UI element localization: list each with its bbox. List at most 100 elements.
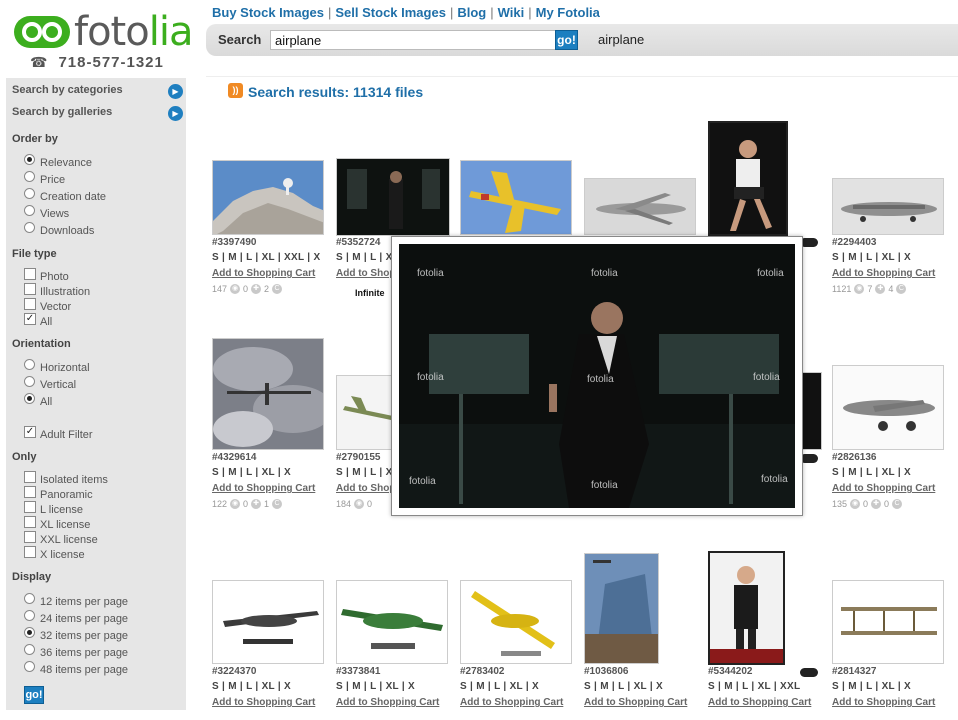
- add-to-cart-link[interactable]: Add to Shopping Cart: [832, 483, 956, 499]
- add-to-cart-link[interactable]: Add to Shopping Cart: [212, 483, 336, 499]
- results-title: Search results: 11314 files: [248, 84, 424, 100]
- orientation-horizontal-option[interactable]: Horizontal: [24, 358, 90, 374]
- add-to-cart-link[interactable]: Add to Shopping Cart: [832, 697, 956, 713]
- order-relevance-option[interactable]: Relevance: [24, 153, 92, 169]
- license-sizes[interactable]: S | M | L | XL | XXL | X: [212, 252, 336, 268]
- thumbnail-yellow-floatplane[interactable]: [460, 580, 572, 664]
- only-xxl-license-checkbox[interactable]: XXL license: [24, 531, 98, 546]
- license-sizes[interactable]: S | M | L | XL | X: [832, 252, 956, 268]
- file-type-vector-checkbox[interactable]: Vector: [24, 298, 71, 313]
- search-go-button[interactable]: go!: [555, 30, 578, 50]
- watermark: fotolia: [753, 372, 780, 383]
- checkbox: [24, 298, 36, 310]
- thumbnail-woman-in-seat[interactable]: [708, 121, 788, 236]
- display-12-option[interactable]: 12 items per page: [24, 592, 128, 608]
- arrow-right-icon[interactable]: ▶: [168, 84, 183, 99]
- only-heading: Only: [12, 451, 37, 463]
- eye-icon: ◉: [854, 284, 865, 294]
- add-to-cart-link[interactable]: Add to Shopping Cart: [212, 697, 336, 713]
- license-sizes[interactable]: S | M | L | XL | X: [832, 467, 956, 483]
- nav-wiki[interactable]: Wiki: [498, 5, 525, 20]
- image-preview-popup[interactable]: fotolia fotolia fotolia fotolia fotolia …: [391, 236, 803, 516]
- add-to-cart-link[interactable]: Add to Shopping Cart: [336, 697, 460, 713]
- thumbnail-yellow-seaplane[interactable]: [460, 160, 572, 235]
- license-sizes[interactable]: S | M | L | XL | XXL: [708, 681, 832, 697]
- checkbox: [24, 268, 36, 280]
- display-48-option[interactable]: 48 items per page: [24, 660, 128, 676]
- item-id: #2294403: [832, 237, 877, 248]
- license-sizes[interactable]: S | M | L | XL | X: [832, 681, 956, 697]
- thumbnail-biplane[interactable]: [832, 580, 944, 664]
- comment-icon: C: [892, 499, 903, 509]
- add-to-cart-link[interactable]: Add to Shopping Cart: [584, 697, 708, 713]
- search-term-echo: airplane: [598, 32, 645, 47]
- thumbnail-man-in-suit[interactable]: [336, 158, 450, 236]
- item-meta: #2826136 S | M | L | XL | X Add to Shopp…: [832, 452, 956, 509]
- item-meta: #4329614 S | M | L | XL | X Add to Shopp…: [212, 452, 336, 509]
- checkbox: [24, 516, 36, 528]
- display-24-option[interactable]: 24 items per page: [24, 609, 128, 625]
- orientation-vertical-option[interactable]: Vertical: [24, 375, 76, 391]
- only-l-license-checkbox[interactable]: L license: [24, 501, 83, 516]
- thumbnail-skyscraper-plane[interactable]: [584, 553, 659, 664]
- license-sizes[interactable]: S | M | L | XL | X: [584, 681, 708, 697]
- orientation-all-option[interactable]: All: [24, 392, 52, 408]
- only-xl-license-checkbox[interactable]: XL license: [24, 516, 90, 531]
- display-36-option[interactable]: 36 items per page: [24, 643, 128, 659]
- only-x-license-checkbox[interactable]: X license: [24, 546, 85, 561]
- license-sizes[interactable]: S | M | L | XL | X: [336, 681, 460, 697]
- nav-buy-stock-images[interactable]: Buy Stock Images: [212, 5, 324, 20]
- sidebar-go-button[interactable]: go!: [24, 686, 44, 704]
- display-32-option[interactable]: 32 items per page: [24, 626, 128, 642]
- thumbnail-boy-with-plane[interactable]: [708, 551, 785, 665]
- nav-sell-stock-images[interactable]: Sell Stock Images: [335, 5, 446, 20]
- license-sizes[interactable]: S | M | L | XL | X: [212, 681, 336, 697]
- order-creation-date-option[interactable]: Creation date: [24, 187, 106, 203]
- order-views-option[interactable]: Views: [24, 204, 69, 220]
- nav-blog[interactable]: Blog: [457, 5, 486, 20]
- license-sizes[interactable]: S | M | L | XL | X: [212, 467, 336, 483]
- comment-icon: C: [272, 284, 283, 294]
- thumbnail-grey-monoplane[interactable]: [832, 365, 944, 450]
- checkbox-checked: ✓: [24, 313, 36, 325]
- watermark: fotolia: [591, 268, 618, 279]
- nav-my-fotolia[interactable]: My Fotolia: [536, 5, 600, 20]
- comment-icon: C: [896, 284, 907, 294]
- thumbnail-green-seaplane[interactable]: [336, 580, 448, 664]
- arrow-right-icon[interactable]: ▶: [168, 106, 183, 121]
- fotolia-logo[interactable]: fotolia: [14, 10, 194, 54]
- file-type-photo-checkbox[interactable]: Photo: [24, 268, 69, 283]
- orientation-heading: Orientation: [12, 338, 71, 350]
- thumbnail-partial-dark[interactable]: [800, 372, 822, 450]
- order-price-option[interactable]: Price: [24, 170, 65, 186]
- download-icon: ✚: [871, 499, 882, 509]
- add-to-cart-link[interactable]: Add to Shopping Cart: [832, 268, 956, 284]
- thumbnail-plane-in-clouds[interactable]: [212, 338, 324, 450]
- item-stats: 1121 ◉ 7 ✚ 4 C: [832, 284, 956, 294]
- only-panoramic-checkbox[interactable]: Panoramic: [24, 486, 93, 501]
- eye-icon: ◉: [354, 499, 365, 509]
- item-meta: #5344202 S | M | L | XL | XXL Add to Sho…: [708, 666, 832, 713]
- watermark: fotolia: [591, 480, 618, 491]
- license-sizes[interactable]: S | M | L | XL | X: [460, 681, 584, 697]
- adult-filter-checkbox[interactable]: ✓ Adult Filter: [24, 426, 93, 441]
- search-by-galleries-link[interactable]: Search by galleries: [12, 106, 112, 118]
- thumbnail-mountain-observatory[interactable]: [212, 160, 324, 235]
- thumbnail-camo-plane[interactable]: [336, 375, 396, 450]
- add-to-cart-link[interactable]: Add to Shopping Cart: [460, 697, 584, 713]
- order-by-heading: Order by: [12, 133, 58, 145]
- order-downloads-option[interactable]: Downloads: [24, 221, 94, 237]
- thumbnail-grey-seaplane[interactable]: [212, 580, 324, 664]
- divider: [206, 76, 958, 77]
- add-to-cart-link[interactable]: Add to Shopping Cart: [212, 268, 336, 284]
- add-to-cart-link[interactable]: Add to Shopping Cart: [708, 697, 832, 713]
- file-type-illustration-checkbox[interactable]: Illustration: [24, 283, 90, 298]
- rss-icon[interactable]: )): [228, 83, 243, 98]
- search-by-categories-link[interactable]: Search by categories: [12, 84, 123, 96]
- only-isolated-checkbox[interactable]: Isolated items: [24, 471, 108, 486]
- search-bar: Search go! airplane: [206, 24, 958, 56]
- file-type-all-checkbox[interactable]: ✓ All: [24, 313, 52, 328]
- search-input[interactable]: [270, 30, 556, 50]
- thumbnail-vintage-airliner[interactable]: [832, 178, 944, 235]
- thumbnail-silver-airliner[interactable]: [584, 178, 696, 235]
